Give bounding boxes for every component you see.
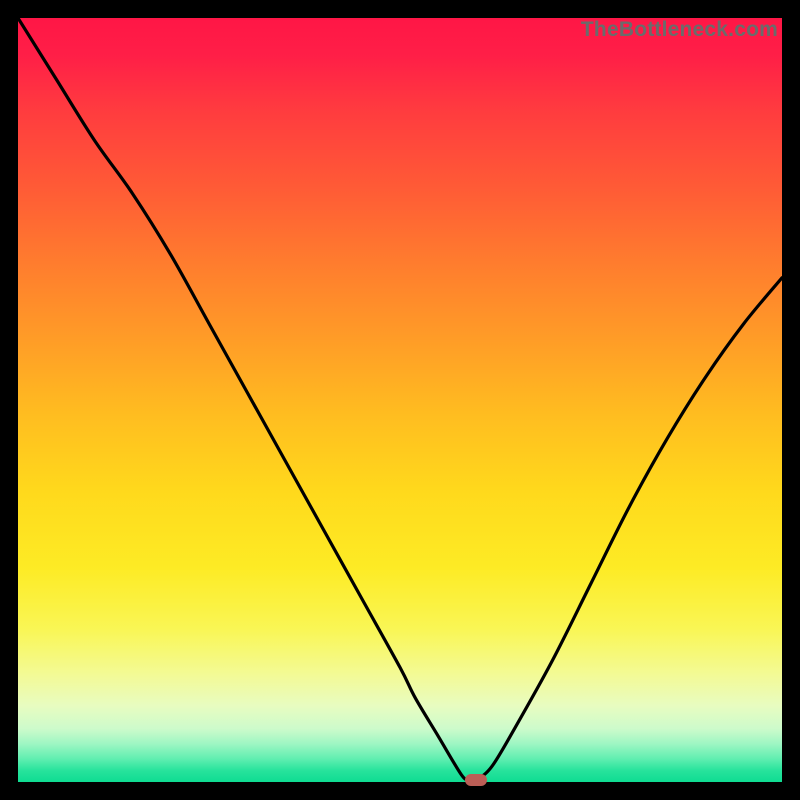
- chart-frame: TheBottleneck.com: [0, 0, 800, 800]
- bottleneck-curve: [18, 18, 782, 782]
- optimal-point-marker: [465, 774, 487, 786]
- plot-area: TheBottleneck.com: [18, 18, 782, 782]
